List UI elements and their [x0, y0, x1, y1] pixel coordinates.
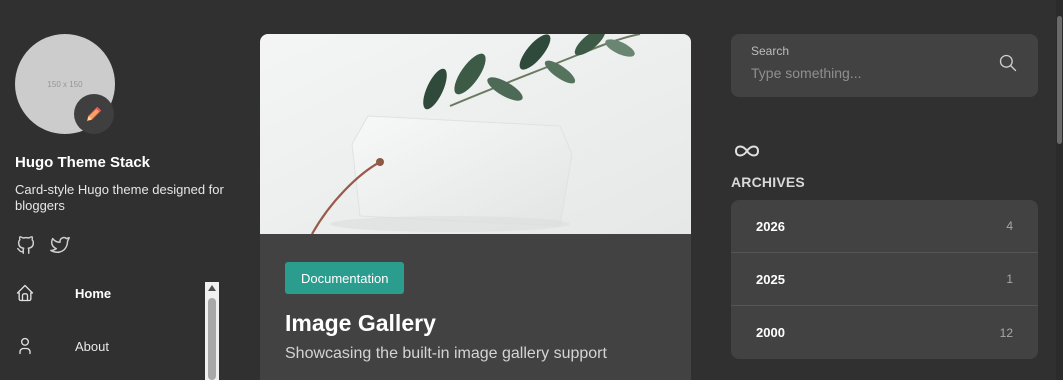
- twitter-icon[interactable]: [49, 234, 71, 256]
- search-label: Search: [751, 44, 790, 58]
- social-links: [15, 234, 71, 256]
- archive-count: 1: [1006, 272, 1013, 286]
- archive-year: 2025: [756, 271, 785, 287]
- infinity-icon: [733, 141, 761, 161]
- menu-item-label: Home: [75, 285, 112, 301]
- menu-item-home[interactable]: Home: [15, 280, 210, 306]
- category-tag[interactable]: Documentation: [285, 262, 405, 294]
- archive-year-item[interactable]: 2026 4: [731, 200, 1038, 253]
- article-subtitle: Showcasing the built-in image gallery su…: [285, 345, 607, 362]
- archives-list: 2026 4 2025 1 2000 12: [731, 200, 1038, 359]
- archive-count: 4: [1006, 219, 1013, 233]
- site-name[interactable]: Hugo Theme Stack: [15, 154, 150, 171]
- article-card[interactable]: Documentation Image Gallery Showcasing t…: [260, 34, 691, 380]
- archive-year: 2026: [756, 218, 785, 234]
- article-title[interactable]: Image Gallery: [285, 310, 436, 337]
- page-scrollbar[interactable]: [1056, 0, 1063, 380]
- article-cover-image[interactable]: [260, 34, 691, 234]
- left-sidebar: 150 x 150 Hugo Theme Stack Card-style Hu…: [0, 0, 230, 380]
- github-icon[interactable]: [15, 234, 37, 256]
- scroll-up-arrow-icon[interactable]: [208, 285, 216, 291]
- menu-item-about[interactable]: About: [15, 333, 210, 359]
- search-icon[interactable]: [997, 52, 1019, 74]
- archive-year: 2000: [756, 325, 785, 340]
- archive-count: 12: [999, 325, 1013, 340]
- home-icon: [15, 283, 35, 303]
- archives-title: ARCHIVES: [731, 174, 805, 190]
- site-description: Card-style Hugo theme designed for blogg…: [15, 182, 224, 213]
- search-input[interactable]: [751, 62, 991, 84]
- pencil-icon: [74, 94, 114, 134]
- archive-year-item[interactable]: 2025 1: [731, 253, 1038, 306]
- main-menu: Home About: [15, 280, 210, 380]
- scrollbar-thumb[interactable]: [208, 298, 216, 380]
- user-icon: [15, 336, 35, 356]
- menu-scrollbar[interactable]: [205, 282, 219, 380]
- search-box: Search: [731, 34, 1038, 97]
- avatar-placeholder-text: 150 x 150: [47, 79, 83, 89]
- archive-year-item[interactable]: 2000 12: [731, 306, 1038, 359]
- menu-item-label: About: [75, 338, 109, 354]
- page-scrollbar-thumb[interactable]: [1057, 16, 1062, 144]
